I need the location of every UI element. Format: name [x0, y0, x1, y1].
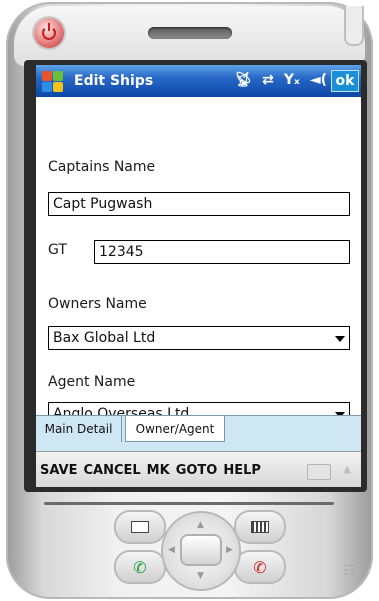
right-softkey-button[interactable]: [236, 512, 284, 542]
captains-name-field[interactable]: Capt Pugwash: [48, 192, 350, 216]
menu-mk[interactable]: MK: [147, 463, 170, 478]
owners-name-value: Bax Global Ltd: [53, 330, 156, 346]
tab-main-detail[interactable]: Main Detail: [36, 416, 122, 442]
edit-ship-form: Captains Name Capt Pugwash GT 12345 Owne…: [36, 97, 361, 426]
calendar-icon: [251, 521, 269, 533]
nav-down-icon[interactable]: ▼: [197, 571, 204, 581]
left-softkey-button[interactable]: [116, 512, 164, 542]
volume-icon[interactable]: ◄(: [310, 72, 327, 88]
status-icons: 📡︎ ⇄ Yₓ ◄(: [234, 72, 327, 88]
title-bar: Edit Ships 📡︎ ⇄ Yₓ ◄( ok: [36, 65, 361, 97]
speaker-grille: [148, 27, 232, 39]
softkey-menu-bar: SAVE CANCEL MK GOTO HELP ▲: [36, 451, 361, 487]
ok-button[interactable]: ok: [331, 70, 359, 92]
menu-help[interactable]: HELP: [223, 463, 261, 478]
no-signal-icon[interactable]: Yₓ: [284, 72, 300, 88]
gt-label: GT: [48, 242, 67, 258]
nav-right-icon[interactable]: ▶: [226, 545, 233, 555]
contacts-icon: [131, 521, 149, 533]
call-icon: ✆: [133, 557, 147, 577]
dropdown-arrow-icon[interactable]: [335, 336, 345, 342]
signal-icon[interactable]: 📡︎: [234, 72, 252, 88]
end-call-button[interactable]: ✆: [236, 552, 284, 582]
keyboard-icon[interactable]: [307, 464, 331, 480]
call-button[interactable]: ✆: [116, 552, 164, 582]
windows-logo-icon: ☷: [343, 563, 356, 579]
owners-name-label: Owners Name: [48, 296, 147, 312]
nav-up-icon[interactable]: ▲: [197, 520, 204, 530]
screen: Edit Ships 📡︎ ⇄ Yₓ ◄( ok Captains Name C…: [36, 65, 361, 487]
pocket-pc-device: Edit Ships 📡︎ ⇄ Yₓ ◄( ok Captains Name C…: [0, 0, 379, 601]
sync-icon[interactable]: ⇄: [262, 72, 274, 88]
end-call-icon: ✆: [253, 557, 267, 577]
captains-name-label: Captains Name: [48, 159, 156, 175]
tab-owner-agent[interactable]: Owner/Agent: [125, 416, 225, 442]
nav-left-icon[interactable]: ◀: [168, 545, 175, 555]
stylus-slot: [344, 6, 364, 46]
menu-goto[interactable]: GOTO: [176, 463, 218, 478]
owners-name-select[interactable]: Bax Global Ltd: [48, 326, 350, 350]
power-icon: [42, 23, 56, 40]
input-caret-icon[interactable]: ▲: [343, 464, 351, 475]
power-button[interactable]: [34, 18, 64, 48]
menu-cancel[interactable]: CANCEL: [83, 463, 140, 478]
start-menu-icon[interactable]: [40, 69, 66, 93]
agent-name-label: Agent Name: [48, 374, 136, 390]
bottom-bezel-line: [44, 502, 334, 505]
window-title: Edit Ships: [74, 73, 154, 89]
tab-bar: Main Detail Owner/Agent: [36, 415, 361, 452]
menu-save[interactable]: SAVE: [40, 463, 77, 478]
nav-action-button[interactable]: [182, 536, 220, 564]
gt-field[interactable]: 12345: [94, 240, 350, 264]
